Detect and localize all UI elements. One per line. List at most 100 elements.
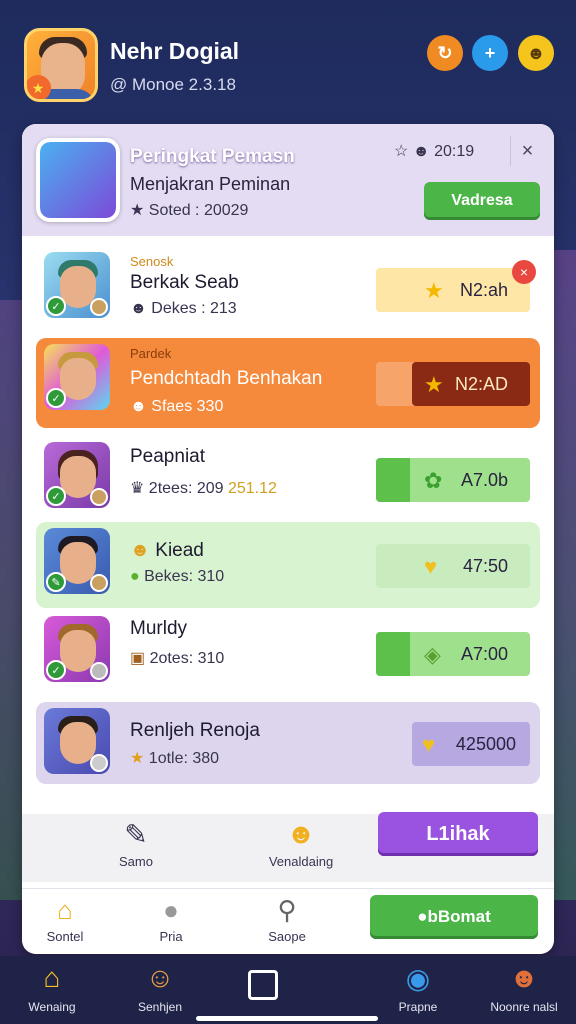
close-button[interactable]: × [510, 136, 544, 166]
list-item[interactable]: ✓ Murldy ▣ 2otes: 310 ◈ A7:00 [36, 610, 540, 688]
list-item-highlighted[interactable]: ✓ Pardek Pendchtadh Benhakan ☻ Sfaes 330… [36, 338, 540, 428]
check-badge-icon: ✓ [46, 486, 66, 506]
list-item[interactable]: ✓ Senosk Berkak Seab ☻ Dekes : 213 ★ N2:a… [36, 246, 540, 324]
row-name: Pendchtadh Benhakan [130, 368, 323, 389]
row-rank-label: Pardek [130, 346, 172, 361]
row-value-pill[interactable]: ★ N2:AD [412, 362, 530, 406]
panel-action-button[interactable]: Vadresa [424, 182, 540, 220]
row-value-pill[interactable]: ✿ A7.0b [376, 458, 530, 502]
avatar-icon: ☻ [509, 962, 539, 993]
remove-icon[interactable]: × [512, 260, 536, 284]
leaderboard-panel: Peringkat Pemasn Menjakran Peminan ★ Sot… [22, 124, 554, 954]
panel-header: Peringkat Pemasn Menjakran Peminan ★ Sot… [22, 124, 554, 236]
avatar: ✓ [44, 252, 110, 318]
samo-label: Samo [119, 854, 153, 869]
heart-icon: ♥ [422, 732, 436, 757]
nav-label: Sontel [46, 929, 84, 944]
check-badge-icon: ✓ [46, 660, 66, 680]
smiley-icon: ☻ [286, 818, 316, 849]
row-name: Renljeh Renoja [130, 720, 260, 741]
nav-label: Prapne [398, 1000, 438, 1014]
nav-item-profile[interactable]: ☻ Noonre nalsl [476, 962, 572, 1014]
nav-label: Wenaing [28, 1000, 76, 1014]
edit-icon: ✎ [124, 819, 148, 850]
home-indicator [196, 1016, 378, 1021]
nav-item-wenaing[interactable]: ⌂ Wenaing [4, 962, 100, 1014]
map-pin-icon: ◈ [424, 642, 441, 667]
row-value-pill[interactable]: ◈ A7:00 [376, 632, 530, 676]
nav-label: Senhjen [137, 1000, 183, 1014]
row-score: ▣ 2otes: 310 [130, 650, 225, 667]
panel-subtitle: Menjakran Peminan [130, 174, 291, 194]
box-icon: ▣ [130, 650, 150, 667]
bottom-navigation: ⌂ Wenaing ☺ Senhjen ◉ Prapne ☻ Noonre na… [0, 956, 576, 1024]
row-name: ☻ Kiead [130, 540, 204, 561]
action-bar: ✎ Samo ☻ Venaldaing L1ihak [22, 812, 554, 882]
panel-score: ★ Soted : 20029 [130, 202, 249, 219]
row-value-pill[interactable]: ★ N2:ah [376, 268, 530, 312]
smiley-icon[interactable]: ☻ [518, 35, 554, 71]
venaldaing-label: Venaldaing [268, 854, 334, 869]
row-score: ☻ Sfaes 330 [130, 398, 224, 415]
avatar: ✓ [44, 442, 110, 508]
row-value-pill[interactable]: ♥ 425000 [412, 722, 530, 766]
nav-label: Noonre nalsl [490, 1000, 558, 1014]
circle-icon: ● [163, 895, 179, 925]
chat-icon: ◉ [405, 963, 431, 994]
row-score: ☻ Dekes : 213 [130, 300, 237, 317]
row-value-pill[interactable]: ♥ 47:50 [376, 544, 530, 588]
samo-action[interactable]: ✎ Samo [106, 818, 166, 869]
home-icon: ⌂ [43, 962, 61, 993]
primary-action-button[interactable]: L1ihak [378, 812, 538, 856]
edit-badge-icon: ✎ [46, 572, 66, 592]
search-icon: ⚲ [277, 895, 297, 925]
top-header: ★ Nehr Dogial @ Monoe 2.3.18 ↻ + ☻ [0, 0, 576, 118]
check-badge-icon: ✓ [46, 388, 66, 408]
nav-item-pria[interactable]: ● Pria [146, 895, 196, 944]
row-score: ♛ 2tees: 209 251.12 [130, 480, 277, 497]
list-item[interactable]: ✎ ☻ Kiead ● Bekes: 310 ♥ 47:50 [36, 522, 540, 608]
panel-title: Peringkat Pemasn [130, 146, 295, 167]
nav-item-prapne[interactable]: ◉ Prapne [370, 962, 466, 1014]
row-score: ★ 1otle: 380 [130, 750, 220, 767]
star-icon: ★ [424, 278, 444, 303]
row-rank-label: Senosk [130, 254, 174, 269]
refresh-icon[interactable]: ↻ [427, 35, 463, 71]
check-badge-icon: ✓ [46, 296, 66, 316]
venaldaing-action[interactable]: ☻ Venaldaing [246, 818, 356, 869]
star-icon: ☆ ☻ [394, 143, 435, 160]
row-name: Berkak Seab [130, 272, 239, 293]
nav-item-sontel[interactable]: ⌂ Sontel [40, 895, 90, 944]
home-square-button[interactable] [248, 970, 278, 1000]
star-icon: ★ [130, 202, 149, 219]
avatar: ✓ [44, 616, 110, 682]
star-badge-icon: ★ [27, 75, 51, 99]
home-icon: ⌂ [57, 895, 73, 925]
dot-icon: ● [130, 568, 145, 585]
plus-icon[interactable]: + [472, 35, 508, 71]
row-name: Peapniat [130, 446, 206, 467]
panel-avatar [36, 138, 120, 222]
avatar: ✎ [44, 528, 110, 594]
star-icon: ★ [424, 372, 444, 397]
leaf-icon: ✿ [424, 468, 443, 493]
toggle-icon: ● [417, 907, 428, 926]
secondary-nav: ⌂ Sontel ● Pria ⚲ Saope ● bBomat [22, 888, 554, 954]
coin-icon: ☻ [130, 300, 152, 317]
star-icon: ★ [130, 750, 149, 767]
username: Nehr Dogial [110, 38, 240, 64]
row-score: ● Bekes: 310 [130, 568, 225, 585]
secondary-action-button[interactable]: ● bBomat [370, 895, 538, 939]
character-icon: ☺ [145, 962, 175, 993]
panel-time: ☆ ☻ 20:19 [394, 143, 475, 160]
row-name: Murldy [130, 618, 188, 639]
heart-icon: ♥ [424, 554, 438, 579]
user-avatar[interactable]: ★ [24, 28, 98, 102]
list-item[interactable]: ✓ Peapniat ♛ 2tees: 209 251.12 ✿ A7.0b [36, 436, 540, 514]
user-stat: @ Monoe 2.3.18 [110, 75, 236, 94]
nav-item-saope[interactable]: ⚲ Saope [262, 895, 312, 944]
nav-item-senhjen[interactable]: ☺ Senhjen [112, 962, 208, 1014]
gem-icon: ♛ [130, 480, 149, 497]
list-item[interactable]: Renljeh Renoja ★ 1otle: 380 ♥ 425000 [36, 702, 540, 784]
avatar: ✓ [44, 344, 110, 410]
